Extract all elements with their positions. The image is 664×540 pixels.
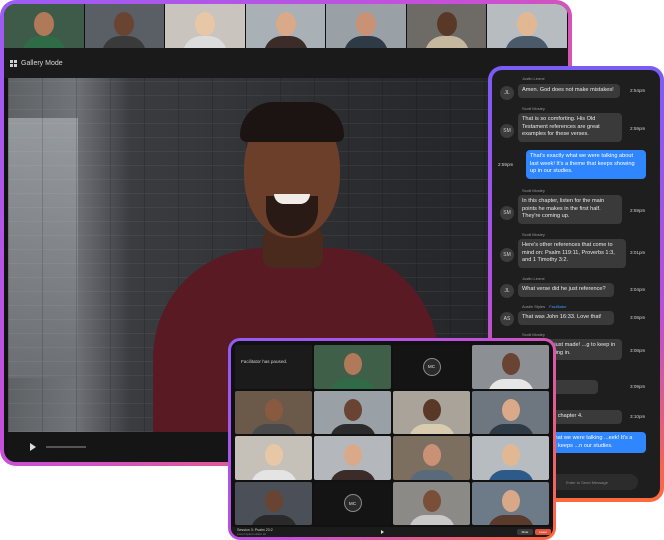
avatar: SM	[500, 248, 514, 262]
tablet-gallery-inner: Facilitator has paused. MC MC Session 3:…	[231, 341, 553, 537]
avatar-initials: MC	[422, 357, 441, 376]
avatar-initials: MC	[343, 494, 362, 513]
message-sender: Justin Leone	[522, 276, 545, 281]
participant-tile[interactable]: MC	[314, 481, 391, 525]
message-sender: Scott Mosley	[522, 188, 545, 193]
participant-thumb[interactable]	[84, 4, 166, 48]
message-bubble: Amen. God does not make mistakes!	[518, 84, 620, 98]
chat-message-own: 2:59pm That's exactly what we were talki…	[492, 150, 660, 184]
message-time: 3:04pm	[630, 287, 646, 292]
message-sender: Scott Mosley	[522, 232, 545, 237]
participant-tile[interactable]	[314, 390, 391, 434]
participant-tile[interactable]	[472, 436, 549, 480]
participant-tile[interactable]	[472, 481, 549, 525]
play-icon[interactable]	[30, 443, 36, 451]
view-mode-label[interactable]: Gallery Mode	[21, 60, 63, 67]
participant-thumb[interactable]	[4, 4, 85, 48]
leave-button[interactable]: Leave	[535, 529, 551, 535]
message-sender: Scott Mosley	[522, 332, 545, 337]
participant-thumb[interactable]	[165, 4, 246, 48]
message-bubble: That is so comforting. His Old Testament…	[518, 113, 622, 142]
message-bubble: That's exactly what we were talking abou…	[526, 150, 646, 179]
progress-bar[interactable]	[46, 446, 86, 448]
participant-thumb[interactable]	[487, 4, 568, 48]
participant-tile[interactable]	[393, 390, 470, 434]
chat-message: Justin Leone JL Amen. God does not make …	[492, 76, 660, 102]
gallery-grid-icon	[10, 59, 17, 67]
message-bubble: Here's other references that come to min…	[518, 239, 626, 268]
message-sender: Scott Mosley	[522, 106, 545, 111]
participant-tile[interactable]	[314, 345, 391, 389]
speaker-smile	[274, 194, 310, 204]
message-bubble: That was John 16:33. Love that!	[518, 311, 614, 325]
message-sender: Justin Leone	[522, 76, 545, 81]
participant-strip	[4, 4, 568, 48]
view-mode-bar[interactable]: Gallery Mode	[4, 48, 568, 78]
chat-message: Justin Leone JL What verse did he just r…	[492, 276, 660, 300]
facilitator-tag: Facilitator	[549, 304, 567, 309]
participant-tile[interactable]	[472, 345, 549, 389]
message-bubble: In this chapter, listen for the main poi…	[518, 195, 622, 224]
participant-tile[interactable]	[314, 436, 391, 480]
avatar: AS	[500, 312, 514, 326]
avatar: SM	[500, 124, 514, 138]
paused-tile: Facilitator has paused.	[235, 345, 312, 389]
message-sender: Austin Styles Facilitator	[522, 304, 567, 309]
chat-input-hint: Enter to Send Message	[566, 480, 608, 485]
session-info: Session 3: Psalm 23:2 Lorem Ipsum dolor …	[237, 528, 273, 536]
participant-thumb[interactable]	[245, 4, 327, 48]
message-time: 2:59pm	[498, 162, 514, 167]
message-time: 3:08pm	[630, 348, 646, 353]
paused-message: Facilitator has paused.	[241, 359, 288, 364]
participant-tile[interactable]	[235, 436, 312, 480]
message-time: 3:08pm	[630, 315, 646, 320]
message-time: 3:09pm	[630, 384, 646, 389]
message-bubble: What verse did he just reference?	[518, 283, 614, 297]
message-time: 2:54pm	[630, 88, 646, 93]
participant-tile[interactable]	[472, 390, 549, 434]
chat-message: Scott Mosley SM Here's other references …	[492, 232, 660, 272]
avatar: JL	[500, 284, 514, 298]
message-time: 3:10pm	[630, 414, 646, 419]
tablet-control-bar: Session 3: Psalm 23:2 Lorem Ipsum dolor …	[231, 527, 553, 537]
avatar: SM	[500, 206, 514, 220]
participant-tile[interactable]: MC	[393, 345, 470, 389]
chat-message: Scott Mosley SM In this chapter, listen …	[492, 188, 660, 228]
participant-tile[interactable]	[235, 390, 312, 434]
participant-thumb[interactable]	[326, 4, 407, 48]
avatar: JL	[500, 86, 514, 100]
participant-grid: Facilitator has paused. MC MC	[235, 345, 549, 525]
participant-thumb[interactable]	[406, 4, 488, 48]
mute-button[interactable]: Mute	[517, 529, 533, 535]
session-subtitle: Lorem Ipsum dolor sit	[237, 532, 266, 536]
message-time: 2:59pm	[630, 208, 646, 213]
message-time: 2:59pm	[630, 126, 646, 131]
participant-tile[interactable]	[235, 481, 312, 525]
chat-message: Scott Mosley SM That is so comforting. H…	[492, 106, 660, 146]
speaker-hair	[240, 102, 344, 142]
message-time: 3:01pm	[630, 250, 646, 255]
play-icon[interactable]	[381, 530, 384, 534]
participant-tile[interactable]	[393, 436, 470, 480]
tablet-gallery-window: Facilitator has paused. MC MC Session 3:…	[228, 338, 556, 540]
chat-message: Austin Styles Facilitator AS That was Joh…	[492, 304, 660, 328]
participant-tile[interactable]	[393, 481, 470, 525]
